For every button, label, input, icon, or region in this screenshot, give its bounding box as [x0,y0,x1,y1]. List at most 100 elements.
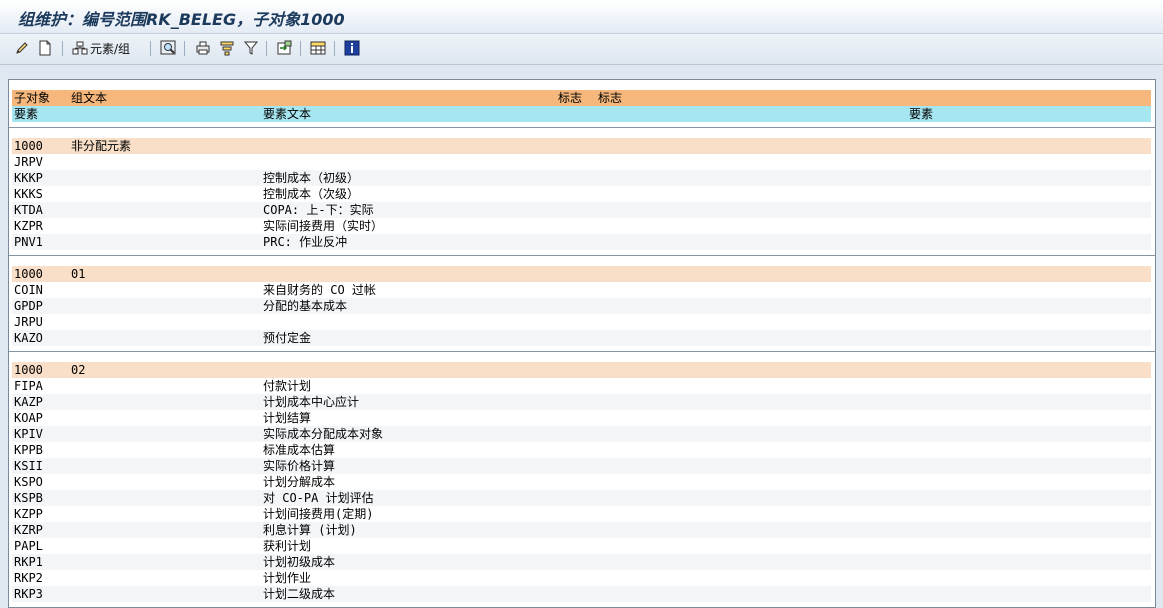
element-text: 实际间接费用（实时） [263,219,384,233]
group-header-row[interactable]: 1000 01 [12,266,1151,282]
list-header-row-2: 要素 要素文本 要素 [12,106,1151,122]
element-code: JRPV [14,155,43,169]
group-divider [9,351,1155,352]
element-text: 标准成本估算 [263,443,336,457]
element-row[interactable]: KOAP 计划结算 [12,410,1151,426]
grid-layout-icon[interactable] [310,40,326,56]
group-subobject: 1000 [14,363,43,377]
element-text: 计划二级成本 [263,587,336,601]
element-code: KSPB [14,491,43,505]
element-row[interactable]: KKKS 控制成本（次级） [12,186,1151,202]
element-code: COIN [14,283,43,297]
print-icon[interactable] [195,40,211,56]
new-document-icon[interactable] [37,40,53,56]
element-row[interactable]: PNV1 PRC: 作业反冲 [12,234,1151,250]
header-element-text: 要素文本 [263,107,312,121]
hierarchy-icon [72,41,88,55]
element-row[interactable]: KKKP 控制成本（初级） [12,170,1151,186]
element-text: 来自财务的 CO 过帐 [263,283,376,297]
group-name: 非分配元素 [71,139,132,153]
group-name: 02 [71,363,86,377]
title-bar: 组维护：编号范围RK_BELEG，子对象1000 [0,0,1163,34]
element-row[interactable]: KPPB 标准成本估算 [12,442,1151,458]
element-code: KPIV [14,427,43,441]
element-text: 计划分解成本 [263,475,336,489]
element-text: 利息计算 (计划) [263,523,357,537]
group-subobject: 1000 [14,139,43,153]
pencil-icon[interactable] [14,40,30,56]
element-code: PAPL [14,539,43,553]
element-row[interactable]: RKP2 计划作业 [12,570,1151,586]
element-text: 分配的基本成本 [263,299,348,313]
group-divider [9,255,1155,256]
list-header-row-1: 子对象 组文本 标志 标志 [12,90,1151,106]
group-maintenance-list[interactable]: 子对象 组文本 标志 标志 要素 要素文本 要素 1000 非分配元素 JRPV KK… [8,79,1156,608]
application-toolbar: 元素/组 [0,34,1163,65]
toolbar-separator [266,41,267,56]
element-text: 计划间接费用(定期) [263,507,374,521]
element-code: KSPO [14,475,43,489]
element-row[interactable]: COIN 来自财务的 CO 过帐 [12,282,1151,298]
element-row[interactable]: KTDA COPA: 上-下：实际 [12,202,1151,218]
toolbar-separator [62,41,63,56]
element-row[interactable]: KAZP 计划成本中心应计 [12,394,1151,410]
elements-groups-button[interactable]: 元素/组 [72,40,130,56]
group-header-row[interactable]: 1000 02 [12,362,1151,378]
element-row[interactable]: KSPB 对 CO-PA 计划评估 [12,490,1151,506]
sort-icon[interactable] [219,40,235,56]
element-code: KTDA [14,203,43,217]
header-group-text: 组文本 [71,91,108,105]
element-code: KKKP [14,171,43,185]
element-code: PNV1 [14,235,43,249]
element-text: 对 CO-PA 计划评估 [263,491,374,505]
element-code: KKKS [14,187,43,201]
element-code: JRPU [14,315,43,329]
element-code: RKP3 [14,587,43,601]
filter-icon[interactable] [243,40,259,56]
header-element-2: 要素 [909,107,934,121]
element-row[interactable]: GPDP 分配的基本成本 [12,298,1151,314]
info-icon[interactable] [344,40,360,56]
element-code: KZPP [14,507,43,521]
element-code: GPDP [14,299,43,313]
element-row[interactable]: RKP3 计划二级成本 [12,586,1151,602]
element-row[interactable]: JRPU [12,314,1151,330]
element-row[interactable]: KPIV 实际成本分配成本对象 [12,426,1151,442]
element-text: 预付定金 [263,331,312,345]
element-code: FIPA [14,379,43,393]
find-icon[interactable] [160,40,177,56]
toolbar-separator [184,41,185,56]
element-text: PRC: 作业反冲 [263,235,348,249]
element-row[interactable]: KSPO 计划分解成本 [12,474,1151,490]
element-code: KZRP [14,523,43,537]
element-row[interactable]: FIPA 付款计划 [12,378,1151,394]
toolbar-separator [150,41,151,56]
element-row[interactable]: KSII 实际价格计算 [12,458,1151,474]
element-code: KPPB [14,443,43,457]
element-row[interactable]: KZPP 计划间接费用(定期) [12,506,1151,522]
element-row[interactable]: KZPR 实际间接费用（实时） [12,218,1151,234]
element-row[interactable]: PAPL 获利计划 [12,538,1151,554]
element-code: KAZP [14,395,43,409]
header-subobject: 子对象 [14,91,51,105]
toolbar-separator [300,41,301,56]
element-text: 控制成本（初级） [263,171,360,185]
element-row[interactable]: RKP1 计划初级成本 [12,554,1151,570]
element-text: 实际成本分配成本对象 [263,427,384,441]
group-name: 01 [71,267,86,281]
element-code: KOAP [14,411,43,425]
header-flag-2: 标志 [598,91,623,105]
element-code: KZPR [14,219,43,233]
element-code: RKP2 [14,571,43,585]
element-row[interactable]: KAZO 预付定金 [12,330,1151,346]
element-text: COPA: 上-下：实际 [263,203,374,217]
element-code: KAZO [14,331,43,345]
group-header-row[interactable]: 1000 非分配元素 [12,138,1151,154]
element-row[interactable]: KZRP 利息计算 (计划) [12,522,1151,538]
element-text: 计划初级成本 [263,555,336,569]
element-text: 计划结算 [263,411,312,425]
header-flag-1: 标志 [558,91,583,105]
group-subobject: 1000 [14,267,43,281]
element-row[interactable]: JRPV [12,154,1151,170]
export-icon[interactable] [276,40,292,56]
